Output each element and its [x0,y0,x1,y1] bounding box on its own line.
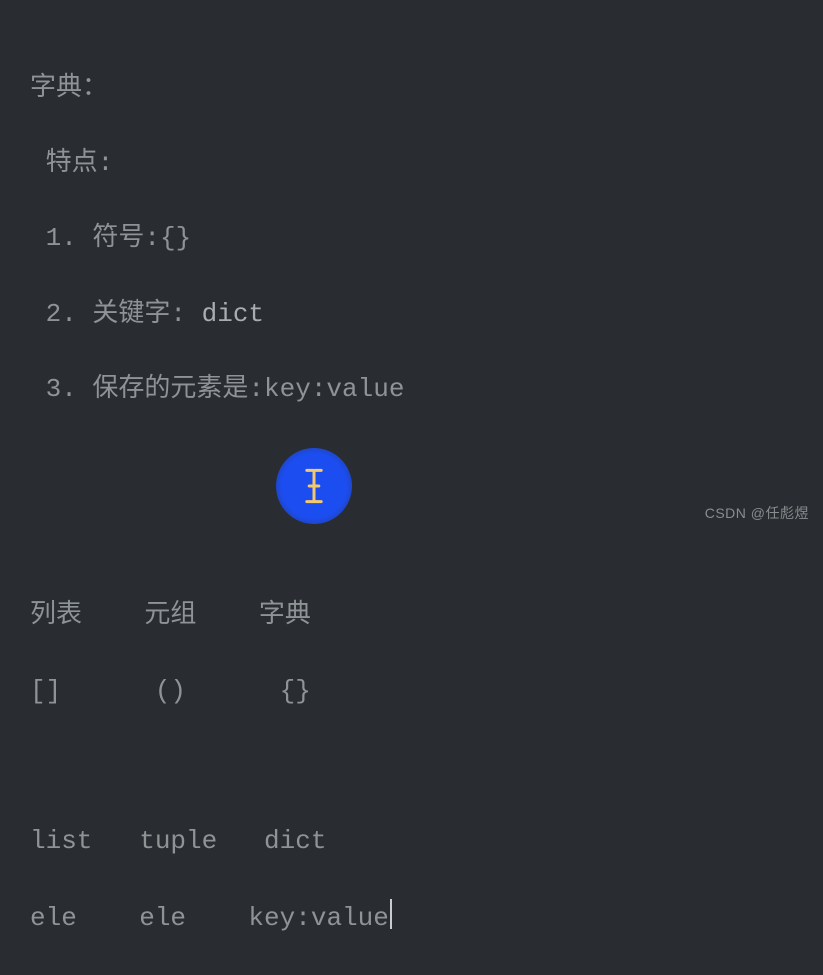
code-text: ele ele key:value [30,903,389,933]
code-line: 特点: [30,145,823,183]
code-line: list tuple dict [30,823,823,861]
code-line [30,447,823,485]
watermark-text: CSDN @任彪煜 [705,503,809,523]
keyword-dict: dict [202,299,264,329]
mouse-pointer-highlight [276,448,352,524]
code-editor-area[interactable]: 字典： 特点: 1. 符号:{} 2. 关键字: dict 3. 保存的元素是:… [0,0,823,975]
text-cursor-icon [390,899,392,929]
code-text: 2. 关键字: [30,299,202,329]
code-line [30,522,823,560]
ibeam-cursor-icon [300,468,328,504]
code-line: 1. 符号:{} [30,220,823,258]
code-line: ele ele key:value [30,899,823,938]
code-line: 3. 保存的元素是:key:value [30,371,823,409]
code-line: 列表 元组 字典 [30,597,823,635]
code-line [30,748,823,786]
code-line: [] () {} [30,673,823,711]
code-line: 字典： [30,70,823,108]
code-line: 2. 关键字: dict [30,296,823,334]
